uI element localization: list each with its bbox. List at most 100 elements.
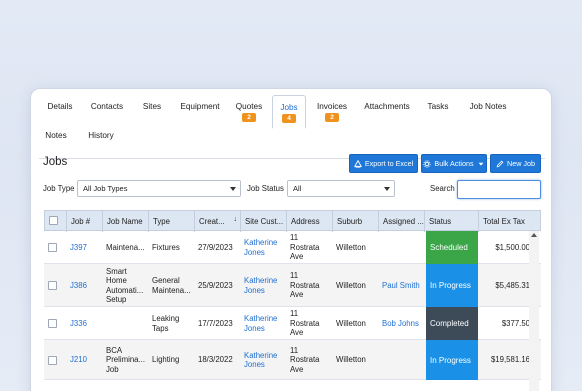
tab-label: Invoices: [316, 102, 348, 111]
assigned-link[interactable]: Paul Smith: [378, 264, 426, 307]
table-row[interactable]: J397 Maintena... Fixtures 27/9/2023 Kath…: [44, 231, 541, 264]
suburb: Willetton: [336, 242, 366, 252]
tab-label: Job Notes: [469, 102, 507, 111]
row-checkbox[interactable]: [48, 281, 57, 290]
site-customer-link[interactable]: Katherine Jones: [240, 307, 286, 340]
tab-quotes[interactable]: Quotes 2: [233, 102, 265, 122]
suburb: Willetton: [336, 318, 366, 328]
table-scrollbar[interactable]: [529, 231, 539, 391]
total-ex-tax: $5,485.31: [495, 280, 530, 290]
col-site-customer[interactable]: Site Cust...: [241, 211, 287, 232]
select-all-checkbox[interactable]: [49, 216, 58, 225]
tab-tasks[interactable]: Tasks: [426, 102, 450, 111]
job-number-link[interactable]: J397: [66, 231, 102, 264]
job-type: Lighting: [152, 355, 180, 365]
tab-bar: Details Contacts Sites Equipment Quotes …: [39, 95, 545, 159]
address: 11 Rostrata Ave: [290, 345, 320, 374]
job-status-label: Job Status: [247, 184, 284, 193]
scroll-up-arrow-icon[interactable]: [531, 233, 537, 237]
caret-down-icon: [230, 187, 236, 191]
tab-label: Notes: [45, 131, 67, 140]
assigned-link[interactable]: Bob Johns: [378, 307, 426, 340]
count-badge: 2: [325, 113, 339, 122]
new-job-label: New Job: [507, 159, 535, 168]
col-status[interactable]: Status: [425, 211, 479, 232]
site-customer-link[interactable]: Katherine Jones: [240, 264, 286, 307]
tab-jobs[interactable]: Jobs 4: [272, 95, 306, 129]
tab-label: Tasks: [427, 102, 449, 111]
tab-job-notes[interactable]: Job Notes: [466, 102, 510, 111]
status-badge: Scheduled: [426, 231, 478, 264]
tab-details[interactable]: Details: [43, 102, 77, 111]
col-total[interactable]: Total Ex Tax: [479, 211, 542, 232]
status-badge: Completed: [426, 307, 478, 340]
table-row[interactable]: J386 Smart Home Automati... Setup Genera…: [44, 264, 541, 307]
tab-attachments[interactable]: Attachments: [363, 102, 411, 111]
bulk-actions-button[interactable]: Bulk Actions: [421, 154, 487, 173]
created-date: 27/9/2023: [198, 242, 233, 252]
created-date: 17/7/2023: [198, 318, 233, 328]
search-input[interactable]: [457, 180, 541, 199]
col-type[interactable]: Type: [149, 211, 195, 232]
job-number-link[interactable]: J210: [66, 340, 102, 380]
site-customer-link[interactable]: Katherine Jones: [240, 231, 286, 264]
row-checkbox[interactable]: [48, 243, 57, 252]
suburb: Willetton: [336, 280, 366, 290]
row-checkbox[interactable]: [48, 319, 57, 328]
tab-contacts[interactable]: Contacts: [87, 102, 127, 111]
job-type: Leaking Taps: [152, 314, 180, 333]
job-number-link[interactable]: J336: [66, 307, 102, 340]
job-type: Fixtures: [152, 242, 180, 252]
tab-equipment[interactable]: Equipment: [178, 102, 222, 111]
tab-label: Attachments: [364, 102, 410, 111]
col-job-number[interactable]: Job #: [67, 211, 103, 232]
job-status-select[interactable]: All: [287, 180, 395, 197]
status-badge: In Progress: [426, 264, 478, 307]
col-assigned[interactable]: Assigned ...: [379, 211, 425, 232]
job-type-select[interactable]: All Job Types: [77, 180, 241, 197]
address: 11 Rostrata Ave: [290, 309, 320, 338]
tab-label: Jobs: [280, 103, 298, 112]
sort-down-icon: ↓: [233, 216, 238, 223]
col-job-name[interactable]: Job Name: [103, 211, 149, 232]
address: 11 Rostrata Ave: [290, 233, 320, 262]
job-name: Maintena...: [106, 242, 145, 252]
tab-history[interactable]: History: [85, 131, 117, 140]
export-label: Export to Excel: [364, 159, 414, 168]
count-badge: 4: [282, 114, 296, 123]
tab-label: Details: [47, 102, 73, 111]
gear-icon: [423, 159, 432, 168]
export-excel-button[interactable]: Export to Excel: [349, 154, 418, 173]
assigned-link[interactable]: [378, 340, 426, 380]
suburb: Willetton: [336, 355, 366, 365]
tab-invoices[interactable]: Invoices 2: [314, 102, 350, 122]
tab-notes[interactable]: Notes: [43, 131, 69, 140]
table-header: Job # Job Name Type Creat... ↓ Site Cust…: [44, 210, 542, 232]
tab-sites[interactable]: Sites: [139, 102, 165, 111]
count-badge: 2: [242, 113, 256, 122]
tab-label: Quotes: [235, 102, 263, 111]
new-job-button[interactable]: New Job: [490, 154, 541, 173]
col-suburb[interactable]: Suburb: [333, 211, 379, 232]
total-ex-tax: $1,500.00: [495, 242, 530, 252]
col-created[interactable]: Creat... ↓: [195, 211, 241, 232]
job-type-value: All Job Types: [83, 184, 128, 193]
select-all-cell: [45, 211, 67, 232]
created-date: 18/3/2022: [198, 355, 233, 365]
tab-label: History: [88, 131, 114, 140]
col-created-label: Creat...: [199, 217, 225, 226]
created-date: 25/9/2023: [198, 280, 233, 290]
assigned-link[interactable]: [378, 231, 424, 264]
site-customer-link[interactable]: Katherine Jones: [240, 340, 286, 380]
job-number-link[interactable]: J386: [66, 264, 102, 307]
caret-down-icon: [478, 162, 483, 166]
bulk-label: Bulk Actions: [434, 159, 474, 168]
table-row[interactable]: J210 BCA Prelimina... Job Lighting 18/3/…: [44, 340, 541, 380]
job-type-label: Job Type: [43, 184, 75, 193]
job-name: [102, 307, 148, 340]
col-address[interactable]: Address: [287, 211, 333, 232]
row-checkbox[interactable]: [48, 355, 57, 365]
caret-down-icon: [384, 187, 390, 191]
tab-label: Equipment: [180, 102, 220, 111]
table-row[interactable]: J336 Leaking Taps 17/7/2023 Katherine Jo…: [44, 307, 541, 340]
